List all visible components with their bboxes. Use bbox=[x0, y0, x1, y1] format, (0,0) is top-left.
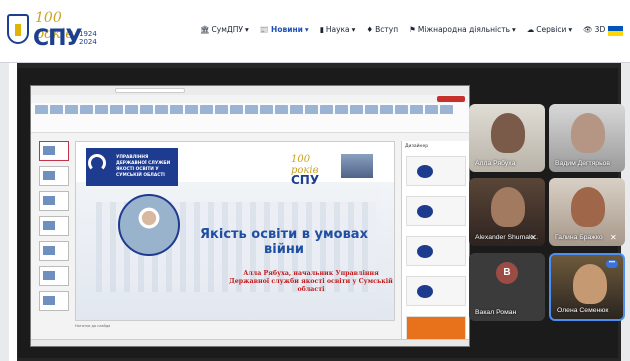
logo-range: 1924 2024 bbox=[79, 30, 97, 46]
slide-thumbnail bbox=[39, 166, 69, 186]
ppt-ribbon-tabs bbox=[31, 95, 469, 103]
slide-thumbnail bbox=[39, 241, 69, 261]
current-slide: УПРАВЛІННЯ ДЕРЖАВНОЇ СЛУЖБИ ЯКОСТІ ОСВІТ… bbox=[75, 141, 395, 321]
slide-thumbnail bbox=[39, 141, 69, 161]
chevron-down-icon: ▾ bbox=[304, 25, 309, 34]
design-suggestion bbox=[406, 236, 466, 266]
ppt-titlebar bbox=[31, 86, 469, 95]
person-icon: ♦ bbox=[366, 25, 374, 34]
slide-thumbnails bbox=[33, 141, 69, 341]
shared-presentation-window: УПРАВЛІННЯ ДЕРЖАВНОЇ СЛУЖБИ ЯКОСТІ ОСВІТ… bbox=[30, 85, 470, 347]
university-logo[interactable]: 100 років СПУ 1924 2024 bbox=[7, 8, 102, 56]
slide-university-logo: 100 років СПУ bbox=[291, 154, 320, 187]
participant-tile: В Вакал Роман bbox=[469, 253, 545, 321]
ppt-statusbar bbox=[31, 339, 469, 346]
slide-thumbnail bbox=[39, 191, 69, 211]
notes-hint: Нотатки до слайда bbox=[75, 324, 111, 328]
menu-item-services[interactable]: ☁ Сервіси ▾ bbox=[527, 25, 572, 34]
chevron-down-icon: ▾ bbox=[244, 25, 249, 34]
avatar: В bbox=[496, 262, 518, 284]
slide-thumbnail bbox=[39, 266, 69, 286]
ppt-ribbon bbox=[31, 103, 469, 133]
menu-item-international[interactable]: ⚑ Міжнародна діяльність ▾ bbox=[409, 25, 516, 34]
site-header: 100 років СПУ 1924 2024 🏛 СумДПУ ▾ 📰 Новини… bbox=[0, 0, 630, 63]
designer-panel-title: Дизайнер bbox=[405, 144, 429, 149]
record-button bbox=[437, 96, 465, 102]
slide-subtitle: Алла Рябуха, начальник Управління Держав… bbox=[229, 270, 393, 293]
menu-item-news[interactable]: 📰 Новини ▾ bbox=[260, 25, 309, 34]
mic-muted-icon: ✕ bbox=[530, 233, 537, 242]
participant-tile: Alexander Shumak... ✕ bbox=[469, 178, 545, 246]
design-suggestion bbox=[406, 196, 466, 226]
newspaper-icon: 📰 bbox=[259, 25, 270, 34]
chevron-down-icon: ▾ bbox=[511, 25, 516, 34]
chevron-down-icon: ▾ bbox=[568, 25, 573, 34]
design-suggestion bbox=[406, 156, 466, 186]
speaker-photo bbox=[118, 194, 180, 256]
main-menu: 🏛 СумДПУ ▾ 📰 Новини ▾ ▮ Наука ▾ ♦ Вступ ⚑ Міжнар… bbox=[200, 25, 621, 34]
building-icon: 🏛 bbox=[200, 25, 210, 34]
slide-title: Якість освіти в умовах війни bbox=[200, 227, 368, 257]
video-meeting-screenshot: УПРАВЛІННЯ ДЕРЖАВНОЇ СЛУЖБИ ЯКОСТІ ОСВІТ… bbox=[18, 68, 625, 358]
flag-icon: ⚑ bbox=[409, 25, 416, 34]
cloud-icon: ☁ bbox=[526, 25, 535, 34]
menu-item-admission[interactable]: ♦ Вступ bbox=[366, 25, 398, 34]
eye-icon: 👁 bbox=[583, 25, 593, 34]
org-logo-icon bbox=[88, 154, 106, 172]
participant-tile-active: ••• Олена Семенюк bbox=[549, 253, 625, 321]
book-icon: ▮ bbox=[319, 25, 324, 34]
ukraine-flag-icon[interactable] bbox=[608, 26, 623, 36]
slide-thumbnail bbox=[39, 216, 69, 236]
logo-name: СПУ bbox=[33, 26, 83, 51]
participant-tile: Вадим Дегтярьов bbox=[549, 104, 625, 172]
slide-thumbnail bbox=[39, 291, 69, 311]
participant-tile: Галина Бражко ✕ bbox=[549, 178, 625, 246]
mic-muted-icon: ✕ bbox=[610, 233, 617, 242]
ppt-search-box bbox=[115, 88, 185, 93]
building-photo bbox=[341, 154, 373, 178]
crest-icon bbox=[7, 14, 29, 44]
design-suggestion bbox=[406, 276, 466, 306]
designer-panel: Дизайнер bbox=[401, 141, 469, 346]
more-options-icon: ••• bbox=[606, 260, 618, 268]
chevron-down-icon: ▾ bbox=[351, 25, 356, 34]
menu-item-science[interactable]: ▮ Наука ▾ bbox=[320, 25, 356, 34]
menu-item-sumdpu[interactable]: 🏛 СумДПУ ▾ bbox=[200, 25, 249, 34]
participant-tile: Алла Рябуха bbox=[469, 104, 545, 172]
